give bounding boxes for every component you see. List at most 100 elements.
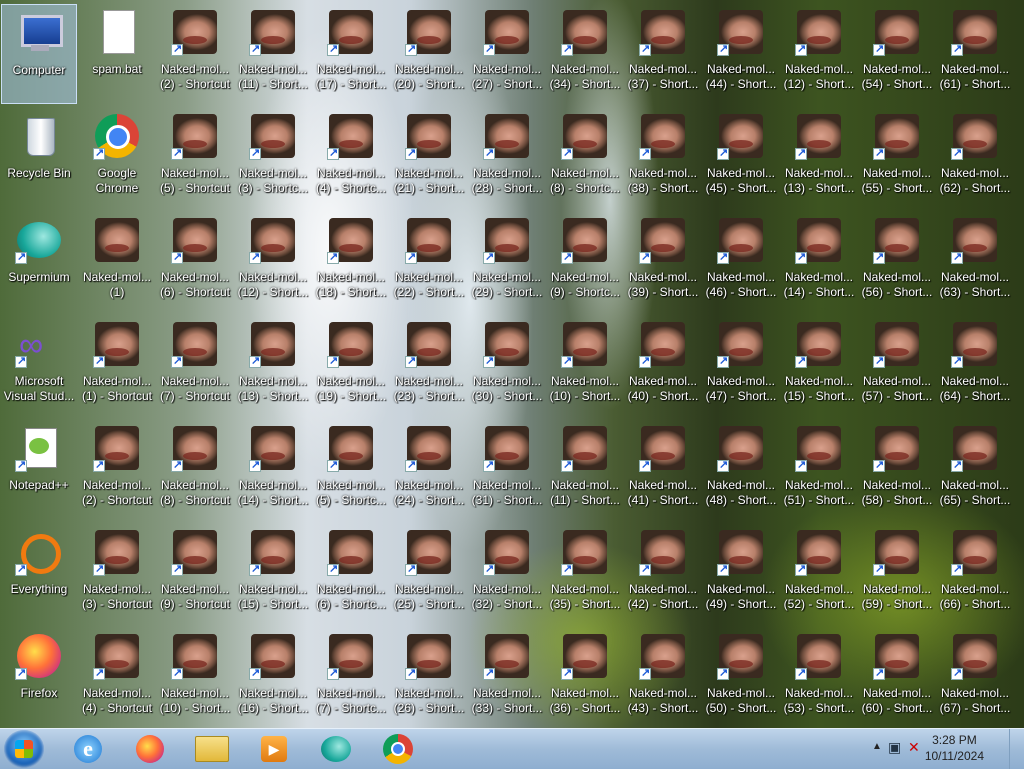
naked-mole-rat-shortcut[interactable]: Naked-mol...(12) - Short... xyxy=(235,212,311,312)
naked-mole-rat-shortcut[interactable]: Naked-mol...(14) - Short... xyxy=(781,212,857,312)
naked-mole-rat-shortcut[interactable]: Naked-mol...(44) - Short... xyxy=(703,4,779,104)
naked-mole-rat-shortcut[interactable]: Naked-mol...(39) - Short... xyxy=(625,212,701,312)
visual-studio[interactable]: ∞ MicrosoftVisual Stud... xyxy=(1,316,77,416)
naked-mole-rat-shortcut[interactable]: Naked-mol...(22) - Short... xyxy=(391,212,467,312)
naked-mole-rat-shortcut[interactable]: Naked-mol...(5) - Shortcut xyxy=(157,108,233,208)
naked-mole-rat-shortcut[interactable]: Naked-mol...(54) - Short... xyxy=(859,4,935,104)
naked-mole-rat-shortcut[interactable]: Naked-mol...(25) - Short... xyxy=(391,524,467,624)
naked-mole-rat-shortcut[interactable]: Naked-mol...(45) - Short... xyxy=(703,108,779,208)
naked-mole-rat-shortcut[interactable]: Naked-mol...(64) - Short... xyxy=(937,316,1013,416)
naked-mole-rat-shortcut[interactable]: Naked-mol...(1) - Shortcut xyxy=(79,316,155,416)
naked-mole-rat-shortcut[interactable]: Naked-mol...(57) - Short... xyxy=(859,316,935,416)
naked-mole-rat-shortcut[interactable]: Naked-mol...(4) - Shortcut xyxy=(79,628,155,728)
naked-mole-rat-shortcut[interactable]: Naked-mol...(41) - Short... xyxy=(625,420,701,520)
firefox[interactable]: Firefox xyxy=(1,628,77,728)
naked-mole-rat-shortcut[interactable]: Naked-mol...(3) - Shortcut xyxy=(79,524,155,624)
naked-mole-rat-shortcut[interactable]: Naked-mol...(9) - Shortcut xyxy=(157,524,233,624)
naked-mole-rat-shortcut[interactable]: Naked-mol...(30) - Short... xyxy=(469,316,545,416)
naked-mole-rat-shortcut[interactable]: Naked-mol...(62) - Short... xyxy=(937,108,1013,208)
naked-mole-rat-shortcut[interactable]: Naked-mol...(15) - Short... xyxy=(781,316,857,416)
naked-mole-rat-shortcut[interactable]: Naked-mol...(7) - Shortc... xyxy=(313,628,389,728)
naked-mole-rat-shortcut[interactable]: Naked-mol...(17) - Short... xyxy=(313,4,389,104)
naked-mole-rat-shortcut[interactable]: Naked-mol...(26) - Short... xyxy=(391,628,467,728)
naked-mole-rat-shortcut[interactable]: Naked-mol...(65) - Short... xyxy=(937,420,1013,520)
naked-mole-rat-shortcut[interactable]: Naked-mol...(34) - Short... xyxy=(547,4,623,104)
naked-mole-rat-shortcut[interactable]: Naked-mol...(29) - Short... xyxy=(469,212,545,312)
naked-mole-rat-shortcut[interactable]: Naked-mol...(5) - Shortc... xyxy=(313,420,389,520)
naked-mole-rat-shortcut[interactable]: Naked-mol...(2) - Shortcut xyxy=(157,4,233,104)
naked-mole-rat-shortcut[interactable]: Naked-mol...(23) - Short... xyxy=(391,316,467,416)
naked-mole-rat-shortcut[interactable]: Naked-mol...(59) - Short... xyxy=(859,524,935,624)
naked-mole-rat-shortcut[interactable]: Naked-mol...(7) - Shortcut xyxy=(157,316,233,416)
taskbar-supermium-button[interactable] xyxy=(310,731,362,767)
naked-mole-rat-shortcut[interactable]: Naked-mol...(13) - Short... xyxy=(781,108,857,208)
naked-mole-rat-shortcut[interactable]: Naked-mol...(55) - Short... xyxy=(859,108,935,208)
naked-mole-rat-shortcut[interactable]: Naked-mol...(8) - Shortc... xyxy=(547,108,623,208)
naked-mole-rat-shortcut[interactable]: Naked-mol...(21) - Short... xyxy=(391,108,467,208)
notepad-plus[interactable]: Notepad++ xyxy=(1,420,77,520)
recycle-bin[interactable]: Recycle Bin xyxy=(1,108,77,208)
naked-mole-rat-shortcut[interactable]: Naked-mol...(58) - Short... xyxy=(859,420,935,520)
naked-mole-rat-shortcut[interactable]: Naked-mol...(9) - Shortc... xyxy=(547,212,623,312)
taskbar-internet-explorer-button[interactable]: e xyxy=(62,731,114,767)
naked-mole-rat-shortcut[interactable]: Naked-mol...(47) - Short... xyxy=(703,316,779,416)
naked-mole-rat-shortcut[interactable]: Naked-mol...(20) - Short... xyxy=(391,4,467,104)
naked-mole-rat-shortcut[interactable]: Naked-mol...(27) - Short... xyxy=(469,4,545,104)
everything[interactable]: Everything xyxy=(1,524,77,624)
start-button[interactable] xyxy=(4,730,44,768)
naked-mole-rat-shortcut[interactable]: Naked-mol...(15) - Short... xyxy=(235,524,311,624)
naked-mole-rat-shortcut[interactable]: Naked-mol...(38) - Short... xyxy=(625,108,701,208)
naked-mole-rat-shortcut[interactable]: Naked-mol...(51) - Short... xyxy=(781,420,857,520)
naked-mole-rat-shortcut[interactable]: Naked-mol...(42) - Short... xyxy=(625,524,701,624)
naked-mole-rat-shortcut[interactable]: Naked-mol...(32) - Short... xyxy=(469,524,545,624)
naked-mole-rat-shortcut[interactable]: Naked-mol...(6) - Shortc... xyxy=(313,524,389,624)
naked-mole-rat-shortcut[interactable]: Naked-mol...(50) - Short... xyxy=(703,628,779,728)
naked-mole-rat-shortcut[interactable]: Naked-mol...(3) - Shortc... xyxy=(235,108,311,208)
naked-mole-rat-shortcut[interactable]: Naked-mol...(46) - Short... xyxy=(703,212,779,312)
naked-mole-rat-shortcut[interactable]: Naked-mol...(49) - Short... xyxy=(703,524,779,624)
naked-mole-rat-shortcut[interactable]: Naked-mol...(6) - Shortcut xyxy=(157,212,233,312)
naked-mole-rat-shortcut[interactable]: Naked-mol...(10) - Short... xyxy=(157,628,233,728)
naked-mole-rat-shortcut[interactable]: Naked-mol...(2) - Shortcut xyxy=(79,420,155,520)
taskbar-firefox-button[interactable] xyxy=(124,731,176,767)
show-hidden-icons-icon[interactable]: ▲ xyxy=(872,741,882,752)
naked-mole-rat-shortcut[interactable]: Naked-mol...(12) - Short... xyxy=(781,4,857,104)
naked-mole-rat-shortcut[interactable]: Naked-mol... (1) xyxy=(79,212,155,312)
naked-mole-rat-shortcut[interactable]: Naked-mol...(56) - Short... xyxy=(859,212,935,312)
supermium[interactable]: Supermium xyxy=(1,212,77,312)
taskbar-chrome-button[interactable] xyxy=(372,731,424,767)
naked-mole-rat-shortcut[interactable]: Naked-mol...(4) - Shortc... xyxy=(313,108,389,208)
naked-mole-rat-shortcut[interactable]: Naked-mol...(8) - Shortcut xyxy=(157,420,233,520)
naked-mole-rat-shortcut[interactable]: Naked-mol...(67) - Short... xyxy=(937,628,1013,728)
naked-mole-rat-shortcut[interactable]: Naked-mol...(52) - Short... xyxy=(781,524,857,624)
naked-mole-rat-shortcut[interactable]: Naked-mol...(16) - Short... xyxy=(235,628,311,728)
naked-mole-rat-shortcut[interactable]: Naked-mol...(11) - Short... xyxy=(235,4,311,104)
naked-mole-rat-shortcut[interactable]: Naked-mol...(48) - Short... xyxy=(703,420,779,520)
naked-mole-rat-shortcut[interactable]: Naked-mol...(13) - Short... xyxy=(235,316,311,416)
naked-mole-rat-shortcut[interactable]: Naked-mol...(40) - Short... xyxy=(625,316,701,416)
naked-mole-rat-shortcut[interactable]: Naked-mol...(53) - Short... xyxy=(781,628,857,728)
naked-mole-rat-shortcut[interactable]: Naked-mol...(24) - Short... xyxy=(391,420,467,520)
naked-mole-rat-shortcut[interactable]: Naked-mol...(10) - Short... xyxy=(547,316,623,416)
naked-mole-rat-shortcut[interactable]: Naked-mol...(33) - Short... xyxy=(469,628,545,728)
naked-mole-rat-shortcut[interactable]: Naked-mol...(31) - Short... xyxy=(469,420,545,520)
volume-muted-icon[interactable]: ✕ xyxy=(908,739,920,756)
naked-mole-rat-shortcut[interactable]: Naked-mol...(18) - Short... xyxy=(313,212,389,312)
naked-mole-rat-shortcut[interactable]: Naked-mol...(11) - Short... xyxy=(547,420,623,520)
spam-bat[interactable]: spam.bat xyxy=(79,4,155,104)
clock[interactable]: 3:28 PM 10/11/2024 xyxy=(925,732,984,764)
network-icon[interactable]: ▣ xyxy=(888,739,901,756)
naked-mole-rat-shortcut[interactable]: Naked-mol...(66) - Short... xyxy=(937,524,1013,624)
naked-mole-rat-shortcut[interactable]: Naked-mol...(43) - Short... xyxy=(625,628,701,728)
naked-mole-rat-shortcut[interactable]: Naked-mol...(61) - Short... xyxy=(937,4,1013,104)
taskbar-media-player-button[interactable]: ▶ xyxy=(248,731,300,767)
naked-mole-rat-shortcut[interactable]: Naked-mol...(35) - Short... xyxy=(547,524,623,624)
naked-mole-rat-shortcut[interactable]: Naked-mol...(14) - Short... xyxy=(235,420,311,520)
naked-mole-rat-shortcut[interactable]: Naked-mol...(36) - Short... xyxy=(547,628,623,728)
computer[interactable]: Computer xyxy=(1,4,77,104)
naked-mole-rat-shortcut[interactable]: Naked-mol...(37) - Short... xyxy=(625,4,701,104)
show-desktop-button[interactable] xyxy=(1009,729,1024,769)
naked-mole-rat-shortcut[interactable]: Naked-mol...(19) - Short... xyxy=(313,316,389,416)
google-chrome[interactable]: GoogleChrome xyxy=(79,108,155,208)
naked-mole-rat-shortcut[interactable]: Naked-mol...(28) - Short... xyxy=(469,108,545,208)
